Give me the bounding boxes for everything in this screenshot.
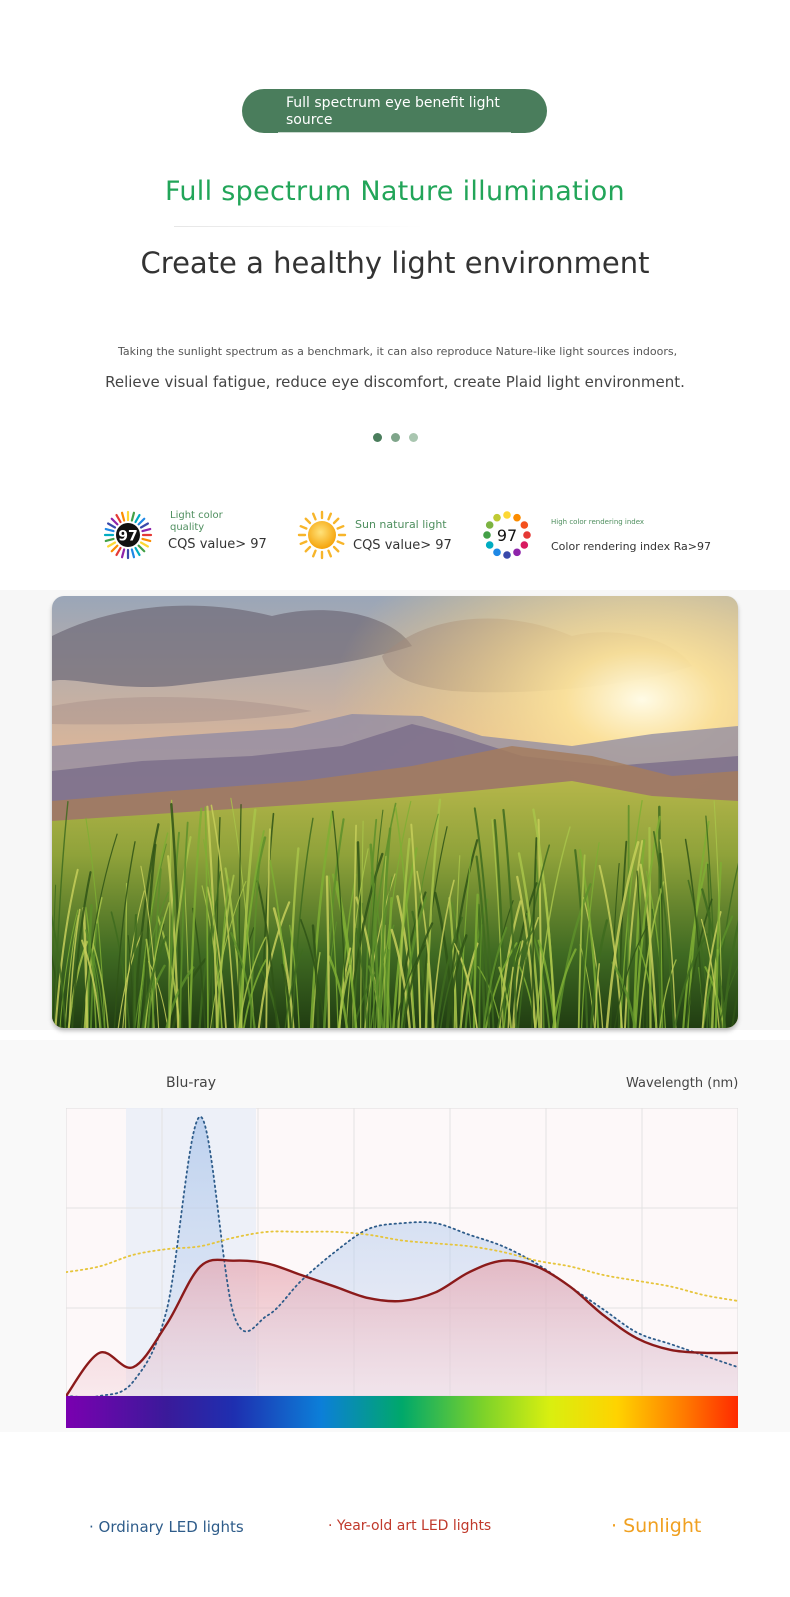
cqs-ray <box>137 544 146 553</box>
sun-ray <box>332 545 340 553</box>
cqs-ray <box>120 511 126 522</box>
sun-ray <box>311 549 317 558</box>
feature-cqs-label: Light color quality <box>170 510 223 533</box>
cqs-ray <box>134 513 141 524</box>
sunset-landscape-photo <box>52 596 738 1028</box>
legend-sunlight: · Sunlight <box>611 1515 702 1537</box>
header-badge: Full spectrum eye benefit light source <box>242 89 547 133</box>
cqs-badge-value: 97 <box>118 529 137 545</box>
color-dot <box>493 548 501 557</box>
color-dot <box>523 531 531 539</box>
color-dot <box>485 521 494 529</box>
sun-ray <box>327 549 333 558</box>
cqs-ray <box>141 527 152 533</box>
page-title: Create a healthy light environment <box>140 246 650 280</box>
color-dot <box>513 513 521 522</box>
dot-1 <box>373 433 382 442</box>
sun-ray <box>304 517 312 525</box>
cqs-ray <box>106 522 117 529</box>
sun-ray <box>304 545 312 553</box>
feature-cri-label: High color rendering index <box>551 518 645 526</box>
cri-badge-value: 97 <box>497 526 517 545</box>
cqs-ray <box>110 517 119 526</box>
blu-ray-label: Blu-ray <box>166 1075 217 1091</box>
color-dot <box>520 541 529 549</box>
landscape-illustration <box>52 596 738 1028</box>
cqs-ray <box>115 513 122 524</box>
color-dot <box>520 521 529 529</box>
feature-sunlight: Sun natural light CQS value> 97 <box>297 510 467 560</box>
feature-sunlight-value: CQS value> 97 <box>353 538 452 553</box>
pagination-dots <box>373 427 427 442</box>
color-dot <box>485 541 494 549</box>
color-dot <box>503 511 511 519</box>
cqs-ray <box>137 517 146 526</box>
section-subtitle: Full spectrum Nature illumination <box>165 176 625 207</box>
wavelength-label: Wavelength (nm) <box>626 1076 739 1091</box>
color-dot <box>493 513 501 522</box>
legend-ordinary-led: · Ordinary LED lights <box>89 1518 244 1536</box>
sun-ray <box>299 524 308 530</box>
feature-sunlight-label: Sun natural light <box>355 518 447 531</box>
color-dot <box>503 551 511 559</box>
cqs-ray <box>130 511 136 522</box>
dot-2 <box>391 433 400 442</box>
feature-cqs-value: CQS value> 97 <box>168 537 267 552</box>
color-dot <box>483 531 491 539</box>
cqs-ray <box>139 541 150 548</box>
cqs-ray <box>130 548 136 559</box>
cqs-ray <box>104 537 115 543</box>
cqs-ray <box>104 527 115 533</box>
cqs-ray <box>110 544 119 553</box>
feature-cri: 97 High color rendering index Color rend… <box>482 510 712 560</box>
cqs-ray <box>134 546 141 557</box>
feature-cri-value: Color rendering index Ra>97 <box>551 540 711 553</box>
sun-ray <box>311 512 317 521</box>
description-main: Relieve visual fatigue, reduce eye disco… <box>105 373 685 391</box>
color-dot <box>513 548 521 557</box>
spectrum-chart <box>66 1108 738 1428</box>
cqs-ray <box>115 546 122 557</box>
visible-spectrum-bar <box>66 1396 738 1428</box>
header-badge-text: Full spectrum eye benefit light source <box>286 95 500 128</box>
sun-icon <box>297 510 347 560</box>
dot-3 <box>409 433 418 442</box>
cqs-badge-icon: 97 <box>103 510 153 560</box>
sun-ray <box>332 517 340 525</box>
sun-ray <box>336 524 345 530</box>
sun-ray <box>327 512 333 521</box>
color-wheel-icon: 97 <box>483 511 531 559</box>
badge-underline <box>278 132 511 133</box>
sun-ray <box>336 540 345 546</box>
cqs-ray <box>139 522 150 529</box>
legend-art-led: · Year-old art LED lights <box>328 1518 492 1534</box>
feature-cqs: 97 Light color quality CQS value> 97 <box>103 510 273 560</box>
divider <box>174 226 424 227</box>
cqs-ray <box>106 541 117 548</box>
cqs-ray <box>120 548 126 559</box>
description-small: Taking the sunlight spectrum as a benchm… <box>118 345 678 358</box>
sun-ray <box>299 540 308 546</box>
cqs-ray <box>141 537 152 543</box>
